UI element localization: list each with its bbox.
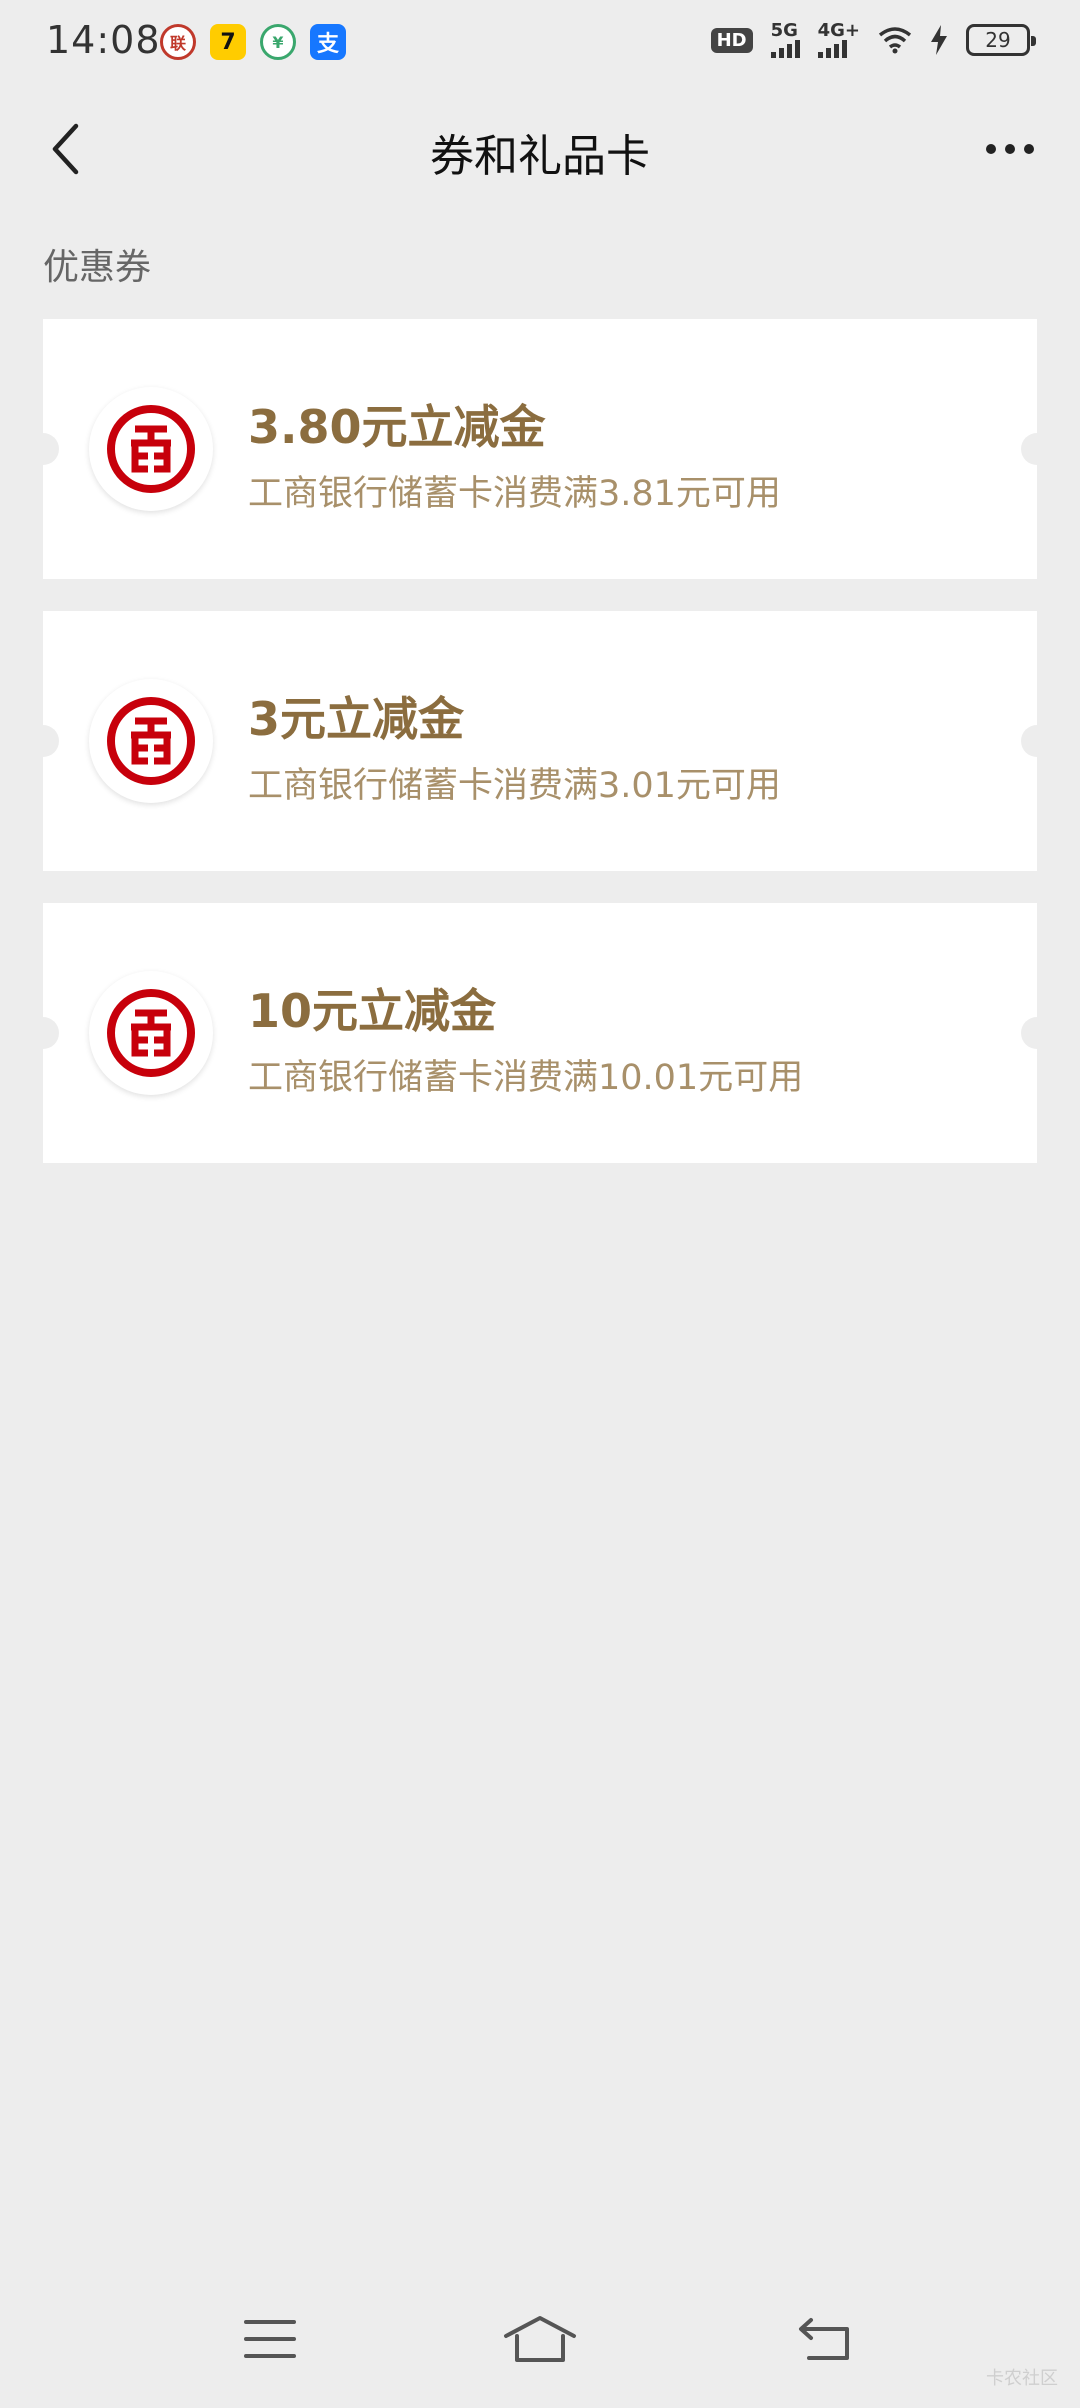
wifi-icon [878,27,912,54]
coupon-amount: 10元立减金 [248,984,497,1038]
watermark: 卡农社区 [986,2368,1058,2389]
home-icon [504,2316,576,2362]
status-time: 14:08 [46,18,161,62]
coupon-condition: 工商银行储蓄卡消费满3.01元可用 [248,766,781,806]
home-button[interactable] [500,2304,580,2374]
hd-icon: HD [710,27,753,53]
back-nav-button[interactable] [785,2304,865,2374]
charging-icon [931,25,947,55]
nav-bar: 券和礼品卡 [0,84,1080,216]
coupon-notch [1021,433,1053,465]
menu-button[interactable] [230,2304,310,2374]
coupon-card[interactable]: 3.80元立减金 工商银行储蓄卡消费满3.81元可用 [27,319,1053,579]
system-icons: HD 5G 4G+ 29 [710,22,1036,58]
green-app-icon: ¥ [260,24,296,60]
coupon-card[interactable]: 3元立减金 工商银行储蓄卡消费满3.01元可用 [27,611,1053,871]
screen: 14:08 联 7 ¥ 支 HD 5G 4G+ 29 券和礼品卡 优惠券 3.8… [0,0,1080,2408]
coupon-amount: 3.80元立减金 [248,400,546,454]
coupon-card[interactable]: 10元立减金 工商银行储蓄卡消费满10.01元可用 [27,903,1053,1163]
signal-4g-icon: 4G+ [817,22,860,58]
coupon-notch [1021,725,1053,757]
coupon-amount: 3元立减金 [248,692,465,746]
icbc-logo-icon [89,387,213,511]
return-icon [799,2318,849,2360]
more-dot [1024,144,1034,154]
battery-icon: 29 [966,24,1036,56]
more-button[interactable] [970,114,1050,184]
signal-5g-icon: 5G [770,22,800,58]
status-bar: 14:08 联 7 ¥ 支 HD 5G 4G+ 29 [0,0,1080,84]
coupon-notch [1021,1017,1053,1049]
coupon-condition: 工商银行储蓄卡消费满3.81元可用 [248,474,781,514]
coupon-notch [27,433,59,465]
alipay-icon: 支 [310,24,346,60]
coupon-condition: 工商银行储蓄卡消费满10.01元可用 [248,1058,804,1098]
unicom-icon: 联 [160,24,196,60]
coupon-notch [27,1017,59,1049]
menu-icon [244,2320,296,2358]
icbc-logo-icon [89,679,213,803]
app-7-icon: 7 [210,24,246,60]
page-title: 券和礼品卡 [430,131,650,182]
notification-icons: 联 7 ¥ 支 [160,24,346,60]
icbc-logo-icon [89,971,213,1095]
more-dot [1005,144,1015,154]
more-dot [986,144,996,154]
system-nav-bar: 卡农社区 [0,2278,1080,2408]
section-title: 优惠券 [43,247,152,288]
coupon-notch [27,725,59,757]
